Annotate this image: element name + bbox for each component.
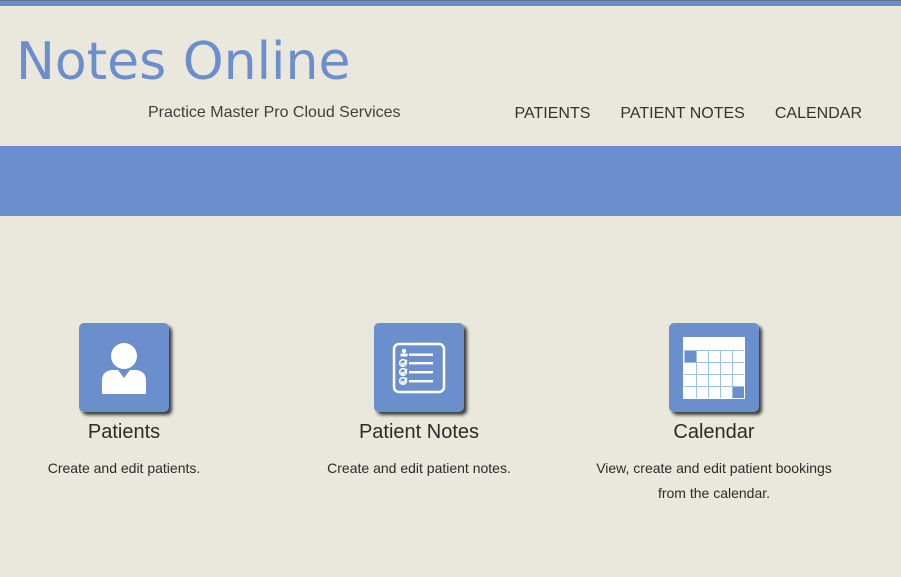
nav-patient-notes[interactable]: PATIENT NOTES xyxy=(620,105,744,123)
patient-notes-tile-button[interactable] xyxy=(374,323,464,412)
feature-description: Create and edit patient notes. xyxy=(327,460,511,476)
feature-patients: Patients Create and edit patients. xyxy=(0,323,264,481)
main-nav: PATIENTS PATIENT NOTES CALENDAR xyxy=(515,105,862,123)
feature-title[interactable]: Patient Notes xyxy=(279,422,559,442)
patients-tile-button[interactable] xyxy=(79,323,169,412)
site-subtitle: Practice Master Pro Cloud Services xyxy=(148,104,401,121)
feature-title[interactable]: Patients xyxy=(0,422,264,442)
top-border xyxy=(0,0,901,6)
banner-band xyxy=(0,146,901,216)
calendar-icon xyxy=(683,336,745,399)
feature-description: View, create and edit patient bookings f… xyxy=(596,460,832,501)
feature-title[interactable]: Calendar xyxy=(574,422,854,442)
nav-calendar[interactable]: CALENDAR xyxy=(775,105,862,123)
feature-description: Create and edit patients. xyxy=(47,460,201,476)
feature-patient-notes: Patient Notes Create and edit patient no… xyxy=(279,323,559,481)
calendar-tile-button[interactable] xyxy=(669,323,759,412)
site-title[interactable]: Notes Online xyxy=(16,36,350,88)
checklist-icon xyxy=(392,342,446,393)
nav-patients[interactable]: PATIENTS xyxy=(515,105,591,123)
user-icon xyxy=(102,342,146,394)
feature-calendar: Calendar View, create and edit patient b… xyxy=(574,323,854,506)
